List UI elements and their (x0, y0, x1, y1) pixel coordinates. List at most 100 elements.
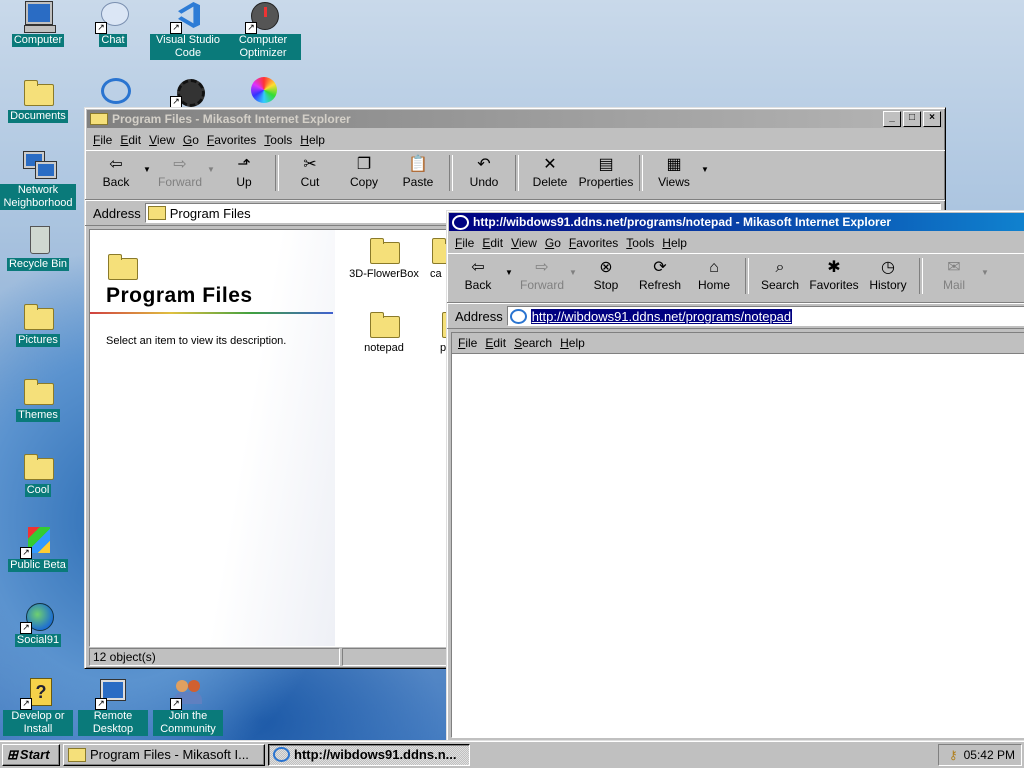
key-icon[interactable]: ⚷ (949, 748, 958, 762)
views-button[interactable]: ▦ Views (647, 155, 701, 189)
home-button[interactable]: ⌂ Home (687, 258, 741, 292)
mail-dropdown[interactable]: ▼ (981, 258, 991, 288)
notepad-menu-edit[interactable]: Edit (481, 336, 510, 350)
browser-address-bar: Address http://wibdows91.ddns.net/progra… (447, 303, 1024, 329)
browser-address-input[interactable]: http://wibdows91.ddns.net/programs/notep… (506, 306, 1024, 326)
desktop-icon-public-beta[interactable]: ↗ Public Beta (0, 525, 76, 572)
start-button[interactable]: ⊞ Start (2, 743, 60, 766)
menu-file[interactable]: File (451, 236, 478, 250)
desktop-icon-settings[interactable]: ↗ (150, 74, 226, 108)
menu-file[interactable]: File (89, 133, 116, 147)
desktop-icon-pictures[interactable]: Pictures (0, 300, 76, 347)
menu-help[interactable]: Help (658, 236, 691, 250)
menu-tools[interactable]: Tools (622, 236, 658, 250)
desktop-icon-social91[interactable]: ↗ Social91 (0, 600, 76, 647)
menu-go[interactable]: Go (541, 236, 565, 250)
back-button[interactable]: ⇦ Back (89, 155, 143, 189)
notepad-menu-help[interactable]: Help (556, 336, 589, 350)
refresh-button[interactable]: ⟳ Refresh (633, 258, 687, 292)
back-dropdown[interactable]: ▼ (143, 155, 153, 185)
file-item[interactable]: notepad (346, 308, 422, 354)
clipboard-icon: 📋 (408, 156, 428, 173)
menu-favorites[interactable]: Favorites (565, 236, 622, 250)
desktop-icon-recycle-bin[interactable]: Recycle Bin (0, 224, 76, 271)
browser-toolbar: ⇦ Back ▼ ⇨ Forward ▼ ⊗ Stop ⟳ Refresh ⌂ Home … (447, 253, 1024, 303)
notepad-menu-file[interactable]: File (454, 336, 481, 350)
back-button[interactable]: ⇦ Back (451, 258, 505, 292)
stop-button[interactable]: ⊗ Stop (579, 258, 633, 292)
paste-button[interactable]: 📋 Paste (391, 155, 445, 189)
forward-dropdown[interactable]: ▼ (207, 155, 217, 185)
explorer-menubar: File Edit View Go Favorites Tools Help (85, 130, 945, 150)
cut-button[interactable]: ✂ Cut (283, 155, 337, 189)
panel-title: Program Files (106, 284, 253, 307)
taskbar-task-browser[interactable]: http://wibdows91.ddns.n... (268, 743, 470, 766)
menu-view[interactable]: View (145, 133, 179, 147)
color-wheel-icon (247, 74, 279, 106)
browser-window[interactable]: http://wibdows91.ddns.net/programs/notep… (446, 210, 1024, 747)
desktop-icon-themes[interactable]: Themes (0, 375, 76, 422)
file-item[interactable]: 3D-FlowerBox (346, 234, 422, 280)
explorer-titlebar[interactable]: Program Files - Mikasoft Internet Explor… (87, 110, 943, 128)
menu-go[interactable]: Go (179, 133, 203, 147)
community-icon: ↗ (170, 676, 204, 710)
globe-icon: ↗ (20, 600, 54, 634)
desktop-icon-browser[interactable] (75, 74, 151, 108)
desktop-icon-chat[interactable]: ↗ Chat (75, 0, 151, 47)
folder-icon (22, 76, 54, 108)
views-dropdown[interactable]: ▼ (701, 155, 711, 185)
desktop-icon-color[interactable] (225, 74, 301, 108)
clock[interactable]: 05:42 PM (964, 748, 1015, 762)
taskbar: ⊞ Start Program Files - Mikasoft I... ht… (0, 740, 1024, 768)
folder-icon (147, 206, 166, 220)
desktop-icon-develop-or-install[interactable]: ? ↗ Develop or Install (0, 676, 76, 736)
undo-button[interactable]: ↶ Undo (457, 155, 511, 189)
taskbar-task-explorer[interactable]: Program Files - Mikasoft I... (63, 743, 265, 766)
properties-button[interactable]: ▤ Properties (577, 155, 635, 189)
minimize-button[interactable]: _ (883, 111, 901, 127)
desktop-icon-join-community[interactable]: ↗ Join the Community (150, 676, 226, 736)
ie-icon (97, 74, 131, 106)
computer-icon (22, 0, 56, 33)
menu-view[interactable]: View (507, 236, 541, 250)
delete-button[interactable]: ✕ Delete (523, 155, 577, 189)
search-button[interactable]: ⌕ Search (753, 258, 807, 292)
mail-button[interactable]: ✉ Mail (927, 258, 981, 292)
mail-icon: ✉ (947, 259, 961, 276)
forward-button[interactable]: ⇨ Forward (153, 155, 207, 189)
folder-icon (68, 747, 86, 762)
menu-tools[interactable]: Tools (260, 133, 296, 147)
forward-dropdown[interactable]: ▼ (569, 258, 579, 288)
ie-icon (273, 747, 290, 762)
optimizer-icon: ↗ (245, 0, 279, 34)
desktop-icon-vscode[interactable]: ↗ Visual Studio Code (150, 0, 226, 60)
close-button[interactable]: × (923, 111, 941, 127)
views-icon: ▦ (666, 156, 682, 173)
desktop-icon-cool[interactable]: Cool (0, 450, 76, 497)
maximize-button[interactable]: □ (903, 111, 921, 127)
menu-favorites[interactable]: Favorites (203, 133, 260, 147)
public-beta-icon: ↗ (20, 525, 54, 559)
copy-button[interactable]: ❐ Copy (337, 155, 391, 189)
menu-edit[interactable]: Edit (478, 236, 507, 250)
favorites-button[interactable]: ✱ Favorites (807, 258, 861, 292)
remote-desktop-icon: ↗ (95, 676, 129, 710)
desktop-icon-computer[interactable]: Computer (0, 0, 76, 47)
back-dropdown[interactable]: ▼ (505, 258, 515, 288)
back-arrow-icon: ⇦ (109, 156, 123, 173)
browser-titlebar[interactable]: http://wibdows91.ddns.net/programs/notep… (449, 213, 1024, 231)
notepad-text-area[interactable] (452, 355, 1024, 737)
desktop-icon-network[interactable]: Network Neighborhood (0, 150, 76, 210)
up-button[interactable]: ⬏ Up (217, 155, 271, 189)
webview-panel: Program Files Select an item to view its… (90, 230, 335, 646)
desktop-icon-computer-optimizer[interactable]: ↗ Computer Optimizer (225, 0, 301, 60)
history-button[interactable]: ◷ History (861, 258, 915, 292)
desktop-icon-documents[interactable]: Documents (0, 76, 76, 123)
explorer-toolbar: ⇦ Back ▼ ⇨ Forward ▼ ⬏ Up ✂ Cut ❐ Copy 📋 Paste… (85, 150, 945, 200)
notepad-menu-search[interactable]: Search (510, 336, 556, 350)
menu-edit[interactable]: Edit (116, 133, 145, 147)
menu-help[interactable]: Help (296, 133, 329, 147)
forward-button[interactable]: ⇨ Forward (515, 258, 569, 292)
desktop-icon-remote-desktop[interactable]: ↗ Remote Desktop (75, 676, 151, 736)
network-icon (22, 150, 57, 182)
